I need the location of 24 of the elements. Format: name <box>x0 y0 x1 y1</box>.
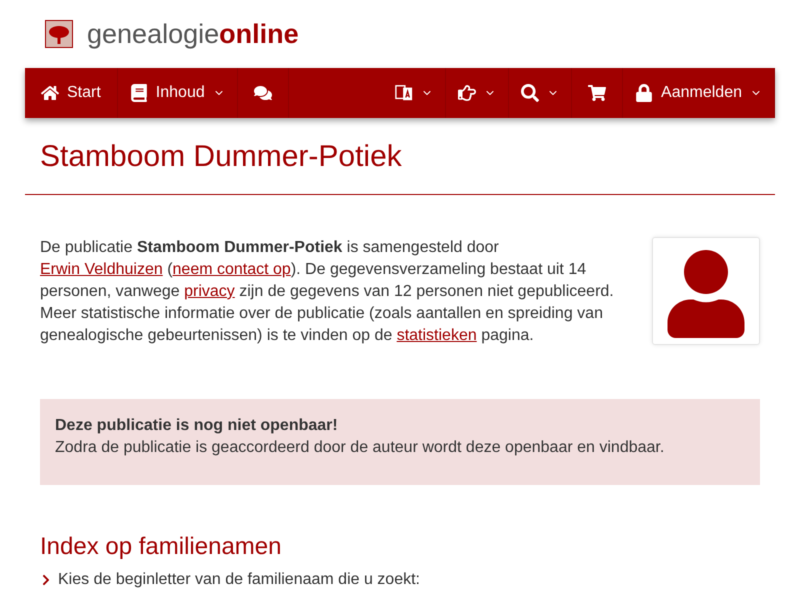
tree-logo-icon <box>45 20 73 48</box>
search-icon <box>521 84 540 102</box>
alert-text: Zodra de publicatie is geaccordeerd door de auteur wordt deze openbaar en vindbaar. <box>55 438 666 458</box>
home-icon <box>41 84 59 102</box>
nav-link[interactable]: Start <box>25 68 118 118</box>
site-logo-text[interactable]: genealogieonline <box>87 18 299 50</box>
cart-icon <box>588 84 606 102</box>
text-link[interactable]: Erwin Veldhuizen <box>40 261 163 278</box>
lock-icon <box>635 84 654 102</box>
book-icon <box>130 84 148 102</box>
section-heading: Index op familienamen <box>40 533 282 561</box>
chevron-icon <box>40 574 52 586</box>
alert-heading: Deze publicatie is nog niet openbaar! <box>55 416 339 436</box>
nav-link[interactable]: Aanmelden <box>623 68 775 118</box>
translate-icon <box>395 84 414 102</box>
list-item-text: Kies de beginletter van de familienaam die u zoekt: <box>58 571 420 589</box>
text-link[interactable]: privacy <box>184 283 235 300</box>
page-title: Stamboom Dummer-Potiek <box>25 118 775 195</box>
nav-link[interactable]: Inhoud <box>118 68 238 118</box>
text-link[interactable]: neem contact op <box>172 261 291 278</box>
intro-paragraph: De publicatie Stamboom Dummer-Potiek is samengesteld door Erwin Veldhuizen (neem contact op). De gegevensverzameling bestaat uit 14 personen, vanwege privacy zijn de gegevens van 12 personen niet gepubliceerd. Meer statistische informatie over de publicatie (zoals aantallen en spreiding van genealogische gebeurtenissen) is te vinden op de statistieken pagina. <box>40 238 615 346</box>
chat-icon <box>254 84 272 102</box>
text-link[interactable]: statistieken <box>396 327 477 344</box>
pointing-hand-icon <box>458 84 476 102</box>
